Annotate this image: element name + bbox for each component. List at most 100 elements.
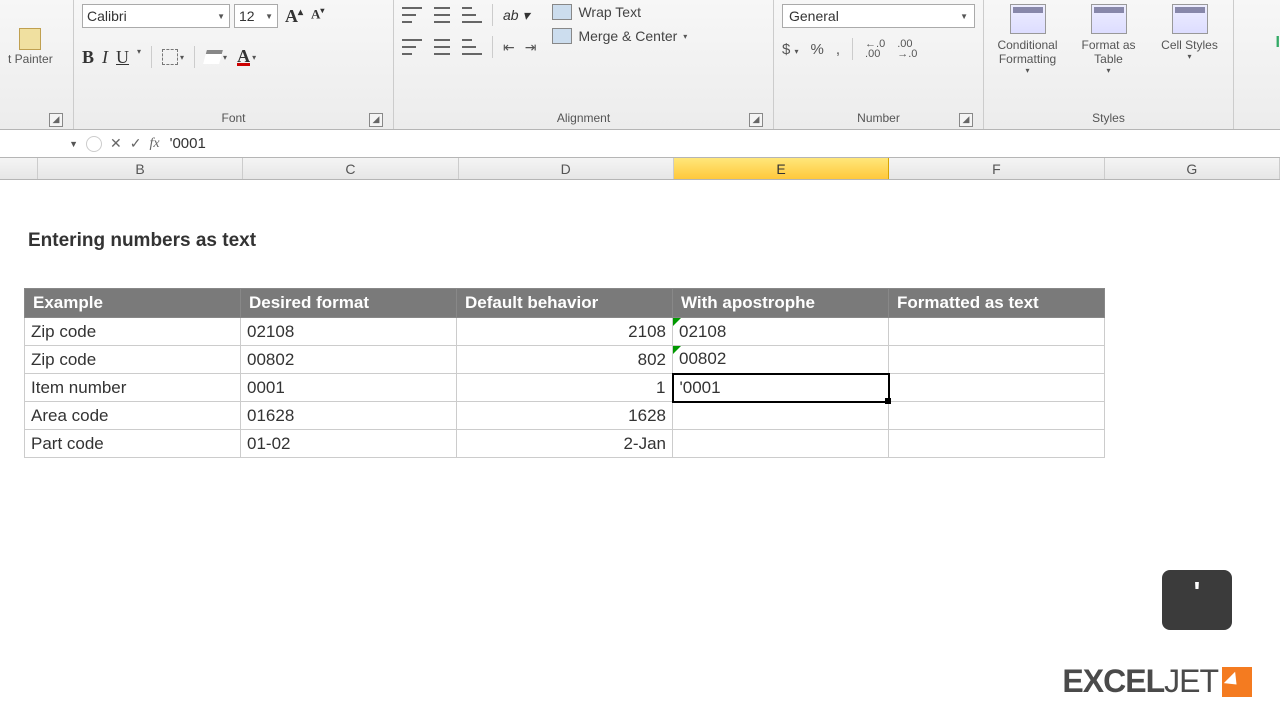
cell[interactable]: 2108: [457, 318, 673, 346]
increase-decimal-button[interactable]: ←.0.00: [865, 39, 885, 59]
cell[interactable]: [889, 402, 1105, 430]
cell-styles-button[interactable]: Cell Styles ▾: [1154, 4, 1225, 61]
decrease-font-button[interactable]: A▾: [308, 6, 327, 27]
cell[interactable]: 1: [457, 374, 673, 402]
borders-button[interactable]: ▾: [162, 49, 184, 65]
merge-center-button[interactable]: Merge & Center ▾: [552, 28, 687, 44]
cell[interactable]: 00802: [241, 346, 457, 374]
dialog-launcher-icon[interactable]: ◢: [369, 113, 383, 127]
number-format-select[interactable]: General ▼: [782, 4, 975, 28]
ribbon: t Painter ◢ Calibri ▼ 12 ▼ A▴ A▾: [0, 0, 1280, 130]
align-middle-button[interactable]: [432, 7, 452, 23]
format-painter-button[interactable]: t Painter: [8, 4, 53, 66]
align-bottom-button[interactable]: [462, 7, 482, 23]
cell[interactable]: [889, 318, 1105, 346]
cell[interactable]: Zip code: [25, 346, 241, 374]
decrease-decimal-button[interactable]: .00→.0: [897, 39, 917, 59]
column-header-C[interactable]: C: [243, 158, 458, 179]
column-header-E[interactable]: E: [674, 158, 889, 179]
font-name-select[interactable]: Calibri ▼: [82, 4, 230, 28]
formula-input[interactable]: '0001: [164, 135, 1280, 152]
chevron-down-icon: ▼: [265, 12, 273, 21]
cell[interactable]: 01628: [241, 402, 457, 430]
bucket-icon: [203, 50, 223, 64]
comma-button[interactable]: ,: [836, 41, 840, 58]
percent-button[interactable]: %: [811, 41, 824, 58]
orientation-button[interactable]: ab ▾: [503, 7, 530, 24]
alignment-group-label: Alignment ◢: [402, 109, 765, 129]
cancel-button[interactable]: ✕: [110, 135, 122, 152]
cell[interactable]: Area code: [25, 402, 241, 430]
cell[interactable]: [889, 346, 1105, 374]
clipboard-group: t Painter ◢: [0, 0, 74, 129]
table-row: Item number00011'0001: [25, 374, 1105, 402]
column-header-D[interactable]: D: [459, 158, 674, 179]
increase-font-button[interactable]: A▴: [282, 6, 306, 27]
conditional-formatting-button[interactable]: Conditional Formatting ▾: [992, 4, 1063, 75]
font-group: Calibri ▼ 12 ▼ A▴ A▾ B I U ▾: [74, 0, 394, 129]
enter-button[interactable]: ✓: [130, 135, 142, 152]
merge-icon: [552, 28, 572, 44]
cell[interactable]: 01-02: [241, 430, 457, 458]
italic-button[interactable]: I: [102, 47, 108, 68]
keypress-overlay: ': [1162, 570, 1232, 630]
align-top-button[interactable]: [402, 7, 422, 23]
format-table-label: Format as Table: [1073, 38, 1144, 66]
insert-cut: I: [1276, 34, 1280, 52]
logo-icon: [1222, 667, 1252, 697]
separator: [852, 38, 853, 60]
cell[interactable]: 1628: [457, 402, 673, 430]
styles-group-label: Styles: [992, 109, 1225, 129]
font-color-icon: A: [237, 49, 250, 66]
merge-label: Merge & Center: [578, 28, 677, 44]
cell[interactable]: [673, 430, 889, 458]
cell[interactable]: 0001: [241, 374, 457, 402]
increase-indent-button[interactable]: ⇥: [525, 39, 537, 56]
format-as-table-button[interactable]: Format as Table ▾: [1073, 4, 1144, 75]
column-header-B[interactable]: B: [38, 158, 243, 179]
wrap-text-icon: [552, 4, 572, 20]
column-headers: BCDEFG: [0, 158, 1280, 180]
alignment-group: ab ▾ ⇤ ⇥ Wrap Text Merge &: [394, 0, 774, 129]
wrap-text-button[interactable]: Wrap Text: [552, 4, 687, 20]
cell[interactable]: [889, 430, 1105, 458]
align-left-button[interactable]: [402, 39, 422, 55]
column-header-G[interactable]: G: [1105, 158, 1280, 179]
cell[interactable]: 02108: [241, 318, 457, 346]
cell[interactable]: [889, 374, 1105, 402]
font-group-label: Font ◢: [82, 109, 385, 129]
cell[interactable]: 802: [457, 346, 673, 374]
font-color-button[interactable]: A▾: [237, 49, 256, 66]
data-table: ExampleDesired formatDefault behaviorWit…: [24, 288, 1105, 458]
font-size-select[interactable]: 12 ▼: [234, 4, 278, 28]
format-painter-label: t Painter: [8, 52, 53, 66]
separator: [492, 4, 493, 26]
align-right-button[interactable]: [462, 39, 482, 55]
currency-button[interactable]: $ ▾: [782, 41, 799, 58]
cell[interactable]: Zip code: [25, 318, 241, 346]
separator: [151, 46, 152, 68]
dialog-launcher-icon[interactable]: ◢: [49, 113, 63, 127]
column-header-F[interactable]: F: [889, 158, 1104, 179]
column-header-corner[interactable]: [0, 158, 38, 179]
cell[interactable]: 02108: [673, 318, 889, 346]
name-box[interactable]: ▼: [4, 133, 82, 155]
cell[interactable]: Item number: [25, 374, 241, 402]
underline-button[interactable]: U: [116, 47, 129, 68]
conditional-formatting-icon: [1010, 4, 1046, 34]
fill-color-button[interactable]: ▾: [205, 50, 227, 64]
decrease-indent-button[interactable]: ⇤: [503, 39, 515, 56]
worksheet[interactable]: Entering numbers as text ExampleDesired …: [0, 180, 1280, 458]
fx-button[interactable]: fx: [149, 136, 159, 152]
cell[interactable]: 2-Jan: [457, 430, 673, 458]
cell[interactable]: '0001: [673, 374, 889, 402]
chevron-down-icon[interactable]: ▾: [137, 47, 141, 68]
table-header: Example: [25, 289, 241, 318]
dialog-launcher-icon[interactable]: ◢: [959, 113, 973, 127]
cell[interactable]: 00802: [673, 346, 889, 374]
align-center-button[interactable]: [432, 39, 452, 55]
bold-button[interactable]: B: [82, 47, 94, 68]
dialog-launcher-icon[interactable]: ◢: [749, 113, 763, 127]
cell[interactable]: [673, 402, 889, 430]
cell[interactable]: Part code: [25, 430, 241, 458]
